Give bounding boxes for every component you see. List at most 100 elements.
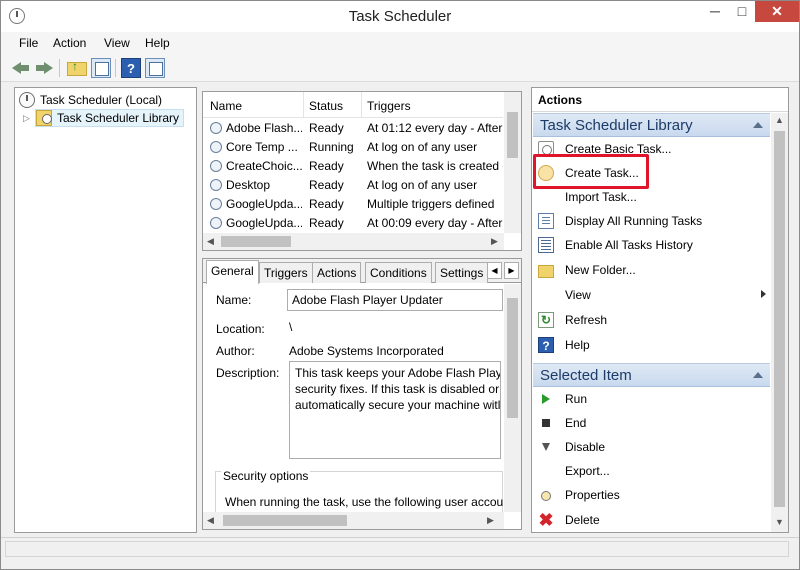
menu-help[interactable]: Help bbox=[145, 36, 170, 50]
task-trigger: Multiple triggers defined bbox=[367, 197, 495, 211]
menu-action[interactable]: Action bbox=[53, 36, 86, 50]
task-status: Running bbox=[309, 140, 354, 154]
section-title: Selected Item bbox=[540, 367, 632, 384]
library-section-header[interactable]: Task Scheduler Library bbox=[533, 113, 770, 137]
task-name: GoogleUpda... bbox=[226, 197, 302, 211]
action-display-running-tasks[interactable]: Display All Running Tasks bbox=[536, 210, 768, 232]
scroll-down-arrow-icon[interactable]: ▼ bbox=[775, 517, 784, 527]
action-enable-history[interactable]: Enable All Tasks History bbox=[536, 234, 768, 256]
scroll-left-arrow-icon[interactable]: ◀ bbox=[207, 236, 214, 247]
task-row[interactable]: Core Temp ... Running At log on of any u… bbox=[203, 138, 503, 157]
action-label: End bbox=[565, 416, 587, 430]
action-disable[interactable]: Disable bbox=[536, 436, 768, 458]
show-hide-console-tree-icon[interactable] bbox=[91, 58, 111, 78]
scrollbar-thumb[interactable] bbox=[221, 236, 291, 247]
tab-settings[interactable]: Settings bbox=[435, 262, 489, 283]
tab-triggers[interactable]: Triggers bbox=[259, 262, 313, 283]
description-line: automatically secure your machine witl bbox=[295, 398, 501, 412]
forward-arrow-icon[interactable] bbox=[35, 60, 53, 76]
task-status: Ready bbox=[309, 197, 344, 211]
task-list-pane: Name Status Triggers Adobe Flash... Read… bbox=[202, 91, 522, 251]
action-end[interactable]: End bbox=[536, 412, 768, 434]
scrollbar-thumb[interactable] bbox=[223, 515, 347, 526]
details-vertical-scrollbar[interactable] bbox=[504, 284, 521, 512]
task-name: Core Temp ... bbox=[226, 140, 298, 154]
action-label: Disable bbox=[565, 440, 606, 454]
column-header-triggers[interactable]: Triggers bbox=[367, 99, 411, 113]
task-list-vertical-scrollbar[interactable] bbox=[504, 92, 521, 233]
collapse-arrow-icon[interactable] bbox=[753, 122, 763, 128]
tab-scroll-right-icon[interactable]: ▶ bbox=[504, 262, 519, 279]
actions-vertical-scrollbar[interactable]: ▲ ▼ bbox=[771, 113, 788, 532]
delete-icon: ✖ bbox=[538, 510, 554, 530]
tab-general[interactable]: General bbox=[206, 260, 259, 284]
show-hide-action-pane-icon[interactable] bbox=[145, 58, 165, 78]
task-status: Ready bbox=[309, 216, 344, 230]
back-arrow-icon[interactable] bbox=[12, 60, 30, 76]
task-list-header: Name Status Triggers bbox=[203, 92, 503, 118]
minimize-button[interactable]: ─ bbox=[701, 1, 729, 22]
tree-item-task-scheduler-local[interactable]: Task Scheduler (Local) bbox=[19, 91, 162, 109]
action-refresh[interactable]: ↻ Refresh bbox=[536, 309, 768, 331]
action-view[interactable]: View bbox=[536, 284, 768, 306]
column-divider[interactable] bbox=[303, 92, 304, 118]
running-tasks-icon bbox=[538, 213, 554, 229]
folder-up-icon[interactable] bbox=[67, 59, 87, 76]
task-trigger: At log on of any user bbox=[367, 178, 478, 192]
description-field[interactable]: This task keeps your Adobe Flash Playe s… bbox=[289, 361, 501, 459]
create-task-highlight bbox=[533, 154, 649, 189]
action-run[interactable]: Run bbox=[536, 388, 768, 410]
collapse-arrow-icon[interactable] bbox=[753, 372, 763, 378]
task-icon bbox=[210, 217, 222, 229]
end-icon bbox=[538, 415, 554, 431]
status-bar-segment bbox=[5, 541, 789, 557]
task-icon bbox=[210, 198, 222, 210]
task-row[interactable]: Desktop Ready At log on of any user bbox=[203, 176, 503, 195]
task-list-horizontal-scrollbar[interactable]: ◀ ▶ bbox=[203, 233, 504, 250]
tab-scroll-left-icon[interactable]: ◀ bbox=[487, 262, 502, 279]
scroll-right-arrow-icon[interactable]: ▶ bbox=[487, 515, 494, 526]
tab-conditions[interactable]: Conditions bbox=[365, 262, 432, 283]
name-label: Name: bbox=[216, 293, 252, 307]
task-row[interactable]: Adobe Flash... Ready At 01:12 every day … bbox=[203, 119, 503, 138]
scrollbar-thumb[interactable] bbox=[774, 131, 785, 507]
task-row[interactable]: CreateChoic... Ready When the task is cr… bbox=[203, 157, 503, 176]
toolbar: ? bbox=[1, 54, 799, 82]
task-row[interactable]: GoogleUpda... Ready Multiple triggers de… bbox=[203, 195, 503, 214]
menu-file[interactable]: File bbox=[19, 36, 38, 50]
scroll-right-arrow-icon[interactable]: ▶ bbox=[491, 236, 498, 247]
scroll-left-arrow-icon[interactable]: ◀ bbox=[207, 515, 214, 526]
action-delete[interactable]: ✖ Delete bbox=[536, 509, 768, 531]
action-properties[interactable]: Properties bbox=[536, 484, 768, 506]
menu-view[interactable]: View bbox=[104, 36, 130, 50]
scrollbar-thumb[interactable] bbox=[507, 298, 518, 418]
details-horizontal-scrollbar[interactable]: ◀ ▶ bbox=[203, 512, 504, 529]
task-status: Ready bbox=[309, 159, 344, 173]
import-task-icon bbox=[538, 189, 554, 205]
selected-item-section-header[interactable]: Selected Item bbox=[533, 363, 770, 387]
expand-arrow-icon[interactable]: ▷ bbox=[23, 113, 35, 124]
action-new-folder[interactable]: New Folder... bbox=[536, 259, 768, 281]
action-import-task[interactable]: Import Task... bbox=[536, 186, 768, 208]
task-trigger: At log on of any user bbox=[367, 140, 478, 154]
column-header-name[interactable]: Name bbox=[210, 99, 242, 113]
column-header-status[interactable]: Status bbox=[309, 99, 343, 113]
task-row[interactable]: GoogleUpda... Ready At 00:09 every day -… bbox=[203, 214, 503, 233]
window-title: Task Scheduler bbox=[348, 8, 452, 25]
author-value: Adobe Systems Incorporated bbox=[289, 344, 444, 358]
column-divider[interactable] bbox=[361, 92, 362, 118]
tab-actions[interactable]: Actions bbox=[312, 262, 362, 283]
task-name-field[interactable]: Adobe Flash Player Updater bbox=[287, 289, 503, 311]
folder-clock-icon bbox=[36, 110, 52, 126]
task-status: Ready bbox=[309, 178, 344, 192]
scroll-up-arrow-icon[interactable]: ▲ bbox=[775, 115, 784, 125]
scrollbar-thumb[interactable] bbox=[507, 112, 518, 158]
maximize-button[interactable]: □ bbox=[729, 1, 755, 22]
action-export[interactable]: Export... bbox=[536, 460, 768, 482]
tree-item-task-scheduler-library[interactable]: ▷ Task Scheduler Library bbox=[23, 109, 185, 127]
help-icon[interactable]: ? bbox=[121, 58, 141, 78]
description-line: security fixes. If this task is disabled… bbox=[295, 382, 501, 396]
action-help[interactable]: ? Help bbox=[536, 334, 768, 356]
description-line: This task keeps your Adobe Flash Playe bbox=[295, 366, 501, 380]
close-button[interactable]: ✕ bbox=[755, 1, 799, 22]
